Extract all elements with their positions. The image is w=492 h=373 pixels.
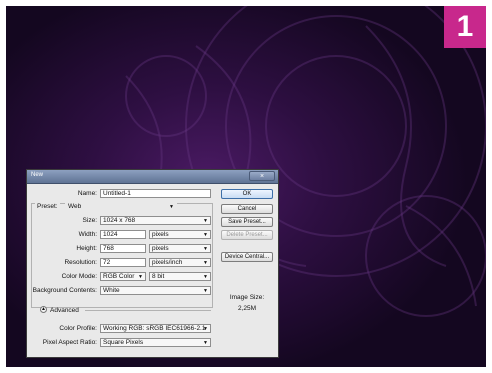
chevron-down-icon: ▼ [203, 340, 208, 346]
image-size-value: 2,25M [237, 305, 257, 312]
name-label: Name: [77, 190, 97, 197]
color-mode-dropdown[interactable]: RGB Color ▼ [100, 272, 146, 281]
dialog-title: New [31, 172, 44, 178]
color-profile-value: Working RGB: sRGB IEC61966-2.1 [103, 325, 206, 332]
color-mode-label: Color Mode: [61, 273, 97, 280]
width-label: Width: [78, 231, 97, 238]
chevron-down-icon: ▼ [203, 326, 208, 332]
width-input[interactable]: 1024 [100, 230, 146, 239]
step-number-badge: 1 [444, 6, 486, 48]
color-profile-dropdown[interactable]: Working RGB: sRGB IEC61966-2.1 ▼ [100, 324, 211, 333]
close-icon: × [259, 173, 265, 180]
height-unit-dropdown[interactable]: pixels ▼ [149, 244, 211, 253]
advanced-divider [85, 310, 211, 311]
pixel-aspect-value: Square Pixels [103, 339, 144, 346]
size-value: 1024 x 768 [103, 217, 136, 224]
delete-preset-button: Delete Preset... [221, 230, 273, 240]
chevron-down-icon: ▼ [203, 260, 208, 266]
background-dropdown[interactable]: White ▼ [100, 286, 211, 295]
image-size-label: Image Size: [229, 294, 265, 301]
width-unit-dropdown[interactable]: pixels ▼ [149, 230, 211, 239]
height-unit-value: pixels [152, 245, 169, 252]
size-label: Size: [82, 217, 97, 224]
save-preset-button[interactable]: Save Preset... [221, 217, 273, 227]
resolution-label: Resolution: [64, 259, 97, 266]
bit-depth-value: 8 bit [152, 273, 165, 280]
cancel-button[interactable]: Cancel [221, 204, 273, 214]
resolution-unit-dropdown[interactable]: pixels/inch ▼ [149, 258, 211, 267]
chevron-down-icon: ▼ [203, 274, 208, 280]
close-button[interactable]: × [249, 171, 275, 181]
chevron-down-icon: ▼ [203, 246, 208, 252]
color-mode-value: RGB Color [103, 273, 135, 280]
height-label: Height: [76, 245, 97, 252]
background-value: White [103, 287, 120, 294]
resolution-unit-value: pixels/inch [152, 259, 183, 266]
chevron-down-icon: ▼ [169, 204, 174, 210]
advanced-label: Advanced [50, 307, 79, 314]
pixel-aspect-label: Pixel Aspect Ratio: [42, 339, 97, 346]
background-label: Background Contents: [32, 287, 97, 294]
bit-depth-dropdown[interactable]: 8 bit ▼ [149, 272, 211, 281]
new-document-dialog: New × Name: Untitled-1 Preset: Web ▼ Siz… [26, 169, 279, 358]
preset-value: Web [68, 203, 82, 210]
chevron-down-icon: ▼ [203, 232, 208, 238]
preset-dropdown[interactable]: Web ▼ [65, 202, 177, 211]
resolution-input[interactable]: 72 [100, 258, 146, 267]
device-central-button[interactable]: Device Central... [221, 252, 273, 262]
chevron-down-icon: ▼ [138, 274, 143, 280]
advanced-toggle[interactable]: ▲ [40, 306, 47, 313]
preset-label: Preset: [35, 203, 60, 210]
chevron-down-icon: ▼ [203, 218, 208, 224]
dialog-titlebar[interactable]: New × [27, 170, 278, 184]
chevron-up-icon: ▲ [41, 306, 46, 312]
name-input[interactable]: Untitled-1 [100, 189, 211, 198]
width-unit-value: pixels [152, 231, 169, 238]
color-profile-label: Color Profile: [59, 325, 97, 332]
height-input[interactable]: 768 [100, 244, 146, 253]
pixel-aspect-dropdown[interactable]: Square Pixels ▼ [100, 338, 211, 347]
ok-button[interactable]: OK [221, 189, 273, 199]
size-dropdown[interactable]: 1024 x 768 ▼ [100, 216, 211, 225]
chevron-down-icon: ▼ [203, 288, 208, 294]
